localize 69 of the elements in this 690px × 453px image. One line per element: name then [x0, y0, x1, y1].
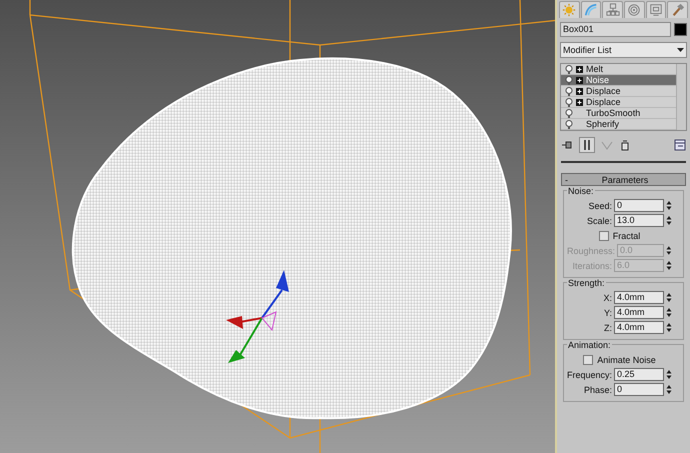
lightbulb-icon[interactable] — [565, 98, 573, 106]
color-swatch[interactable] — [674, 23, 687, 36]
spinner-arrows-icon[interactable] — [666, 307, 672, 318]
object-name-field[interactable]: Box001 — [560, 22, 671, 37]
rollout-header[interactable]: - Parameters — [561, 173, 686, 186]
checkbox-label: Animate Noise — [597, 354, 656, 364]
field-label: Phase: — [584, 384, 612, 394]
pin-icon[interactable] — [561, 139, 573, 151]
panel-tab[interactable] — [646, 1, 666, 18]
field-label: Seed: — [588, 200, 612, 210]
field-label: Iterations: — [572, 260, 612, 270]
rainbow-curve-icon — [584, 3, 598, 17]
checkbox-label: Fractal — [612, 230, 640, 240]
spinner-field[interactable]: 13.0 — [614, 214, 664, 227]
group-title: Noise: — [567, 186, 595, 196]
monitor-icon — [649, 3, 664, 17]
trash-icon[interactable] — [619, 139, 631, 151]
checkbox[interactable] — [598, 230, 609, 240]
hammer-icon — [670, 3, 685, 17]
group-title: Strength: — [567, 278, 606, 288]
spinner-arrows-icon[interactable] — [666, 369, 672, 380]
expand-plus-icon[interactable] — [576, 98, 583, 106]
spinner-arrows-icon[interactable] — [666, 215, 672, 226]
spinner-field[interactable]: 0.25 — [614, 368, 664, 381]
lightbulb-icon[interactable] — [565, 108, 573, 118]
lightbulb-icon[interactable] — [565, 76, 573, 84]
spinner-arrows-icon[interactable] — [666, 200, 672, 211]
spinner-arrows-icon[interactable] — [666, 322, 672, 333]
spinner-field[interactable]: 4.0mm — [614, 306, 664, 319]
field-label: Roughness: — [567, 246, 616, 256]
modifier-stack-item[interactable]: Displace — [561, 86, 676, 97]
checkbox[interactable] — [583, 354, 594, 364]
expand-plus-icon[interactable] — [576, 66, 583, 72]
rings-icon — [627, 3, 642, 17]
lightbulb-icon[interactable] — [565, 120, 573, 128]
panel-tab[interactable] — [667, 1, 688, 18]
lightbulb-icon[interactable] — [565, 86, 573, 96]
rollout-title: Parameters — [600, 174, 650, 184]
spinner-arrows-icon[interactable] — [666, 384, 672, 395]
modifier-stack-item[interactable]: Spherify — [561, 119, 676, 130]
spinner-field[interactable]: 4.0mm — [614, 291, 664, 304]
lightbulb-icon[interactable] — [565, 64, 573, 74]
field-label: Z: — [604, 322, 612, 332]
spinner-arrows-icon[interactable] — [666, 245, 672, 256]
spinner-field[interactable]: 0 — [614, 199, 664, 212]
group-title: Animation: — [567, 340, 612, 350]
field-label: X: — [603, 292, 612, 302]
expand-plus-icon[interactable] — [576, 76, 583, 84]
expand-plus-icon[interactable] — [576, 88, 583, 94]
spinner-arrows-icon[interactable] — [666, 292, 672, 303]
field-label: Y: — [604, 308, 612, 318]
transform-gizmo-drawing[interactable] — [226, 270, 289, 363]
hierarchy-icon — [606, 3, 620, 17]
caret-icon — [677, 48, 684, 52]
sun-icon — [562, 3, 576, 17]
scrollbar[interactable] — [676, 64, 686, 130]
modifier-stack-item[interactable]: Displace — [561, 97, 676, 108]
modifier-stack-item[interactable]: TurboSmooth — [561, 108, 676, 119]
rock-wireframe-drawing[interactable] — [72, 57, 512, 420]
spinner-field[interactable]: 0 — [614, 383, 664, 396]
panel-tab[interactable] — [602, 1, 624, 18]
modifier-dropdown[interactable]: Modifier List — [560, 42, 687, 58]
collapse-toggle[interactable]: - — [565, 174, 568, 184]
modifier-stack-item[interactable]: Noise — [561, 75, 676, 86]
spinner-arrows-icon[interactable] — [666, 260, 672, 271]
panel-tab[interactable] — [624, 1, 645, 18]
field-label: Frequency: — [567, 370, 612, 380]
spinner-field[interactable]: 4.0mm — [614, 321, 664, 334]
field-label: Scale: — [586, 216, 612, 226]
